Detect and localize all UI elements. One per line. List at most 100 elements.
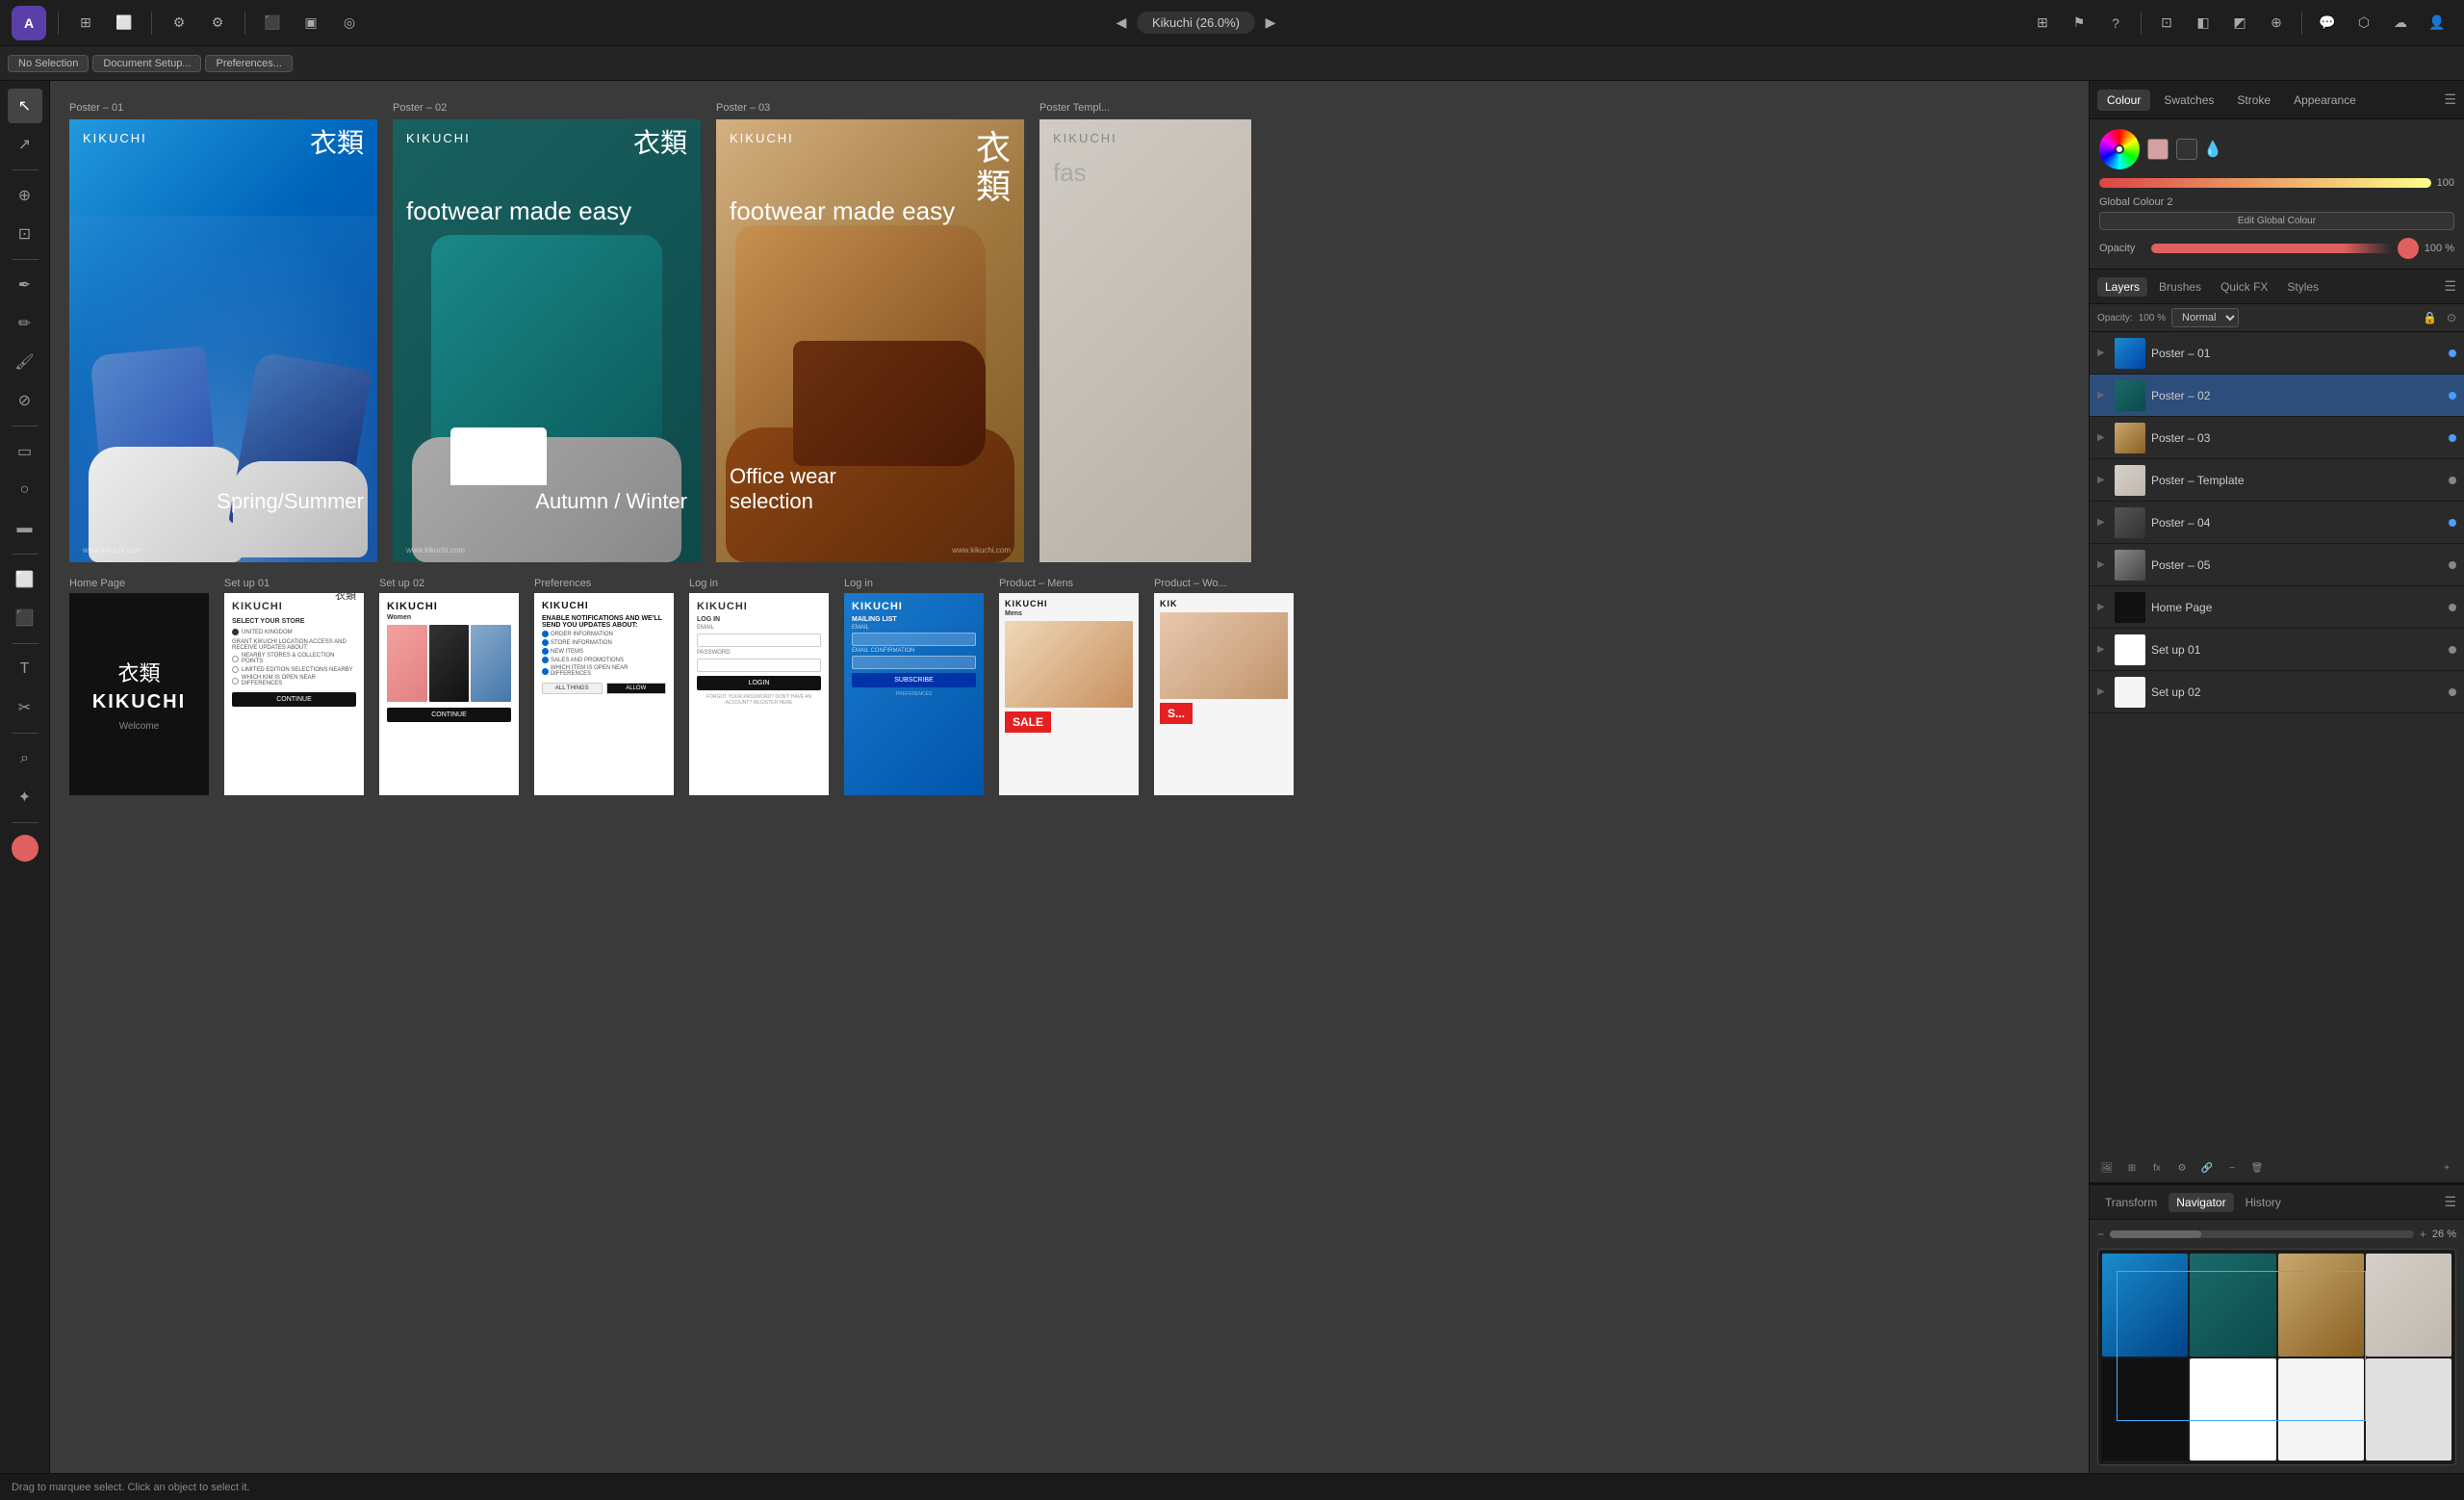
login1-email-input[interactable]	[697, 634, 821, 647]
toolbar-right-4[interactable]: ⊕	[2261, 8, 2292, 39]
nav-zoom-in-icon[interactable]: +	[2420, 1228, 2426, 1241]
page-product-women-frame[interactable]: KIK S...	[1154, 593, 1294, 795]
layer-item-poster05[interactable]: ▶ Poster – 05	[2090, 544, 2464, 586]
setup01-r3[interactable]: WHICH KIM IS OPEN NEAR DIFFERENCES	[232, 675, 356, 686]
setup02-btn[interactable]: CONTINUE	[387, 708, 511, 722]
toolbar-right-3[interactable]: ◩	[2224, 8, 2255, 39]
knife-tool[interactable]: ✂	[8, 690, 42, 725]
layers-lock2-icon[interactable]: ⊙	[2447, 311, 2456, 324]
arrange-icon[interactable]: ⊞	[2027, 8, 2058, 39]
nav-zoom-slider[interactable]	[2110, 1230, 2414, 1238]
page-home-frame[interactable]: 衣類 KIKUCHI Welcome	[69, 593, 209, 795]
layer-item-poster01[interactable]: ▶ Poster – 01	[2090, 332, 2464, 375]
poster-frame-template[interactable]: KIKUCHI fas	[1040, 119, 1251, 562]
text-tool[interactable]: T	[8, 652, 42, 686]
grid-icon[interactable]: ⊞	[70, 8, 101, 39]
login2-email-input[interactable]	[852, 633, 976, 646]
login1-pass-input[interactable]	[697, 659, 821, 672]
login2-subscribe-btn[interactable]: SUBSCRIBE	[852, 673, 976, 687]
styles-tab[interactable]: Styles	[2279, 277, 2326, 297]
toolbar-right-1[interactable]: ⊡	[2151, 8, 2182, 39]
layer-item-poster04[interactable]: ▶ Poster – 04	[2090, 502, 2464, 544]
brush-tool[interactable]: 🖌	[8, 345, 42, 379]
help-icon[interactable]: ?	[2100, 8, 2131, 39]
layer-item-setup02[interactable]: ▶ Set up 02	[2090, 671, 2464, 713]
layer-photo-icon[interactable]: 🖼	[2095, 1157, 2118, 1178]
no-selection-btn[interactable]: No Selection	[8, 55, 89, 72]
layer-item-poster02[interactable]: ▶ Poster – 02	[2090, 375, 2464, 417]
page-setup01-frame[interactable]: KIKUCHI 衣類 SELECT YOUR STORE UNITED KING…	[224, 593, 364, 795]
frame-icon[interactable]: ⬛	[257, 8, 288, 39]
rpanel-menu-icon[interactable]: ☰	[2444, 91, 2456, 108]
poster-frame-03[interactable]: KIKUCHI 衣 類 footwear made easy Office we…	[716, 119, 1024, 562]
preferences-icon[interactable]: ⚙	[202, 8, 233, 39]
layer-item-setup01[interactable]: ▶ Set up 01	[2090, 629, 2464, 671]
eyedropper-icon[interactable]: 💧	[2205, 142, 2220, 157]
colour-tab[interactable]: Colour	[2097, 90, 2150, 111]
login1-forgot[interactable]: FORGOT YOUR PASSWORD? DON'T HAVE AN ACCO…	[697, 694, 821, 706]
brushes-tab[interactable]: Brushes	[2151, 277, 2209, 297]
layer-trash-icon[interactable]: 🗑	[2246, 1157, 2269, 1178]
crop-tool[interactable]: ⊡	[8, 217, 42, 251]
layer-add-icon[interactable]: +	[2435, 1157, 2458, 1178]
erase-tool[interactable]: ⊘	[8, 383, 42, 418]
blend-mode-dropdown[interactable]: Normal	[2171, 308, 2239, 327]
gradient-tool[interactable]: ⬜	[8, 562, 42, 597]
edit-global-colour-btn[interactable]: Edit Global Colour	[2099, 212, 2454, 230]
transform-tool[interactable]: ⊕	[8, 178, 42, 213]
prefs-allow-btn[interactable]: ALLOW	[606, 683, 667, 694]
page-product-mens-frame[interactable]: KIKUCHI Mens SALE	[999, 593, 1139, 795]
quickfx-tab[interactable]: Quick FX	[2213, 277, 2275, 297]
color-swatch-display[interactable]	[12, 835, 38, 862]
layer-grid-icon[interactable]: ⊞	[2120, 1157, 2143, 1178]
layers-menu-icon[interactable]: ☰	[2444, 278, 2456, 295]
share-icon[interactable]: ⬡	[2348, 8, 2379, 39]
poster-frame-01[interactable]: KIKUCHI 衣類 Spring/Summer www.kikuchi.com	[69, 119, 377, 562]
user-icon[interactable]: 👤	[2422, 8, 2452, 39]
frame3-icon[interactable]: ◎	[334, 8, 365, 39]
preferences-btn[interactable]: Preferences...	[205, 55, 292, 72]
lock-icon[interactable]: 🔒	[2423, 311, 2437, 324]
page-setup02-frame[interactable]: KIKUCHI Women CONTINUE	[379, 593, 519, 795]
settings-icon[interactable]: ⚙	[164, 8, 194, 39]
layer-fx-icon[interactable]: fx	[2145, 1157, 2169, 1178]
layers-tab[interactable]: Layers	[2097, 277, 2147, 297]
document-setup-btn[interactable]: Document Setup...	[92, 55, 201, 72]
rect-tool[interactable]: ▬	[8, 511, 42, 546]
colour-wheel[interactable]	[2099, 129, 2140, 169]
page-prefs-frame[interactable]: KIKUCHI ENABLE NOTIFICATIONS AND WE'LL S…	[534, 593, 674, 795]
frame2-icon[interactable]: ▣	[295, 8, 326, 39]
stroke-tab[interactable]: Stroke	[2227, 90, 2280, 111]
cloud-icon[interactable]: ☁	[2385, 8, 2416, 39]
setup01-r2[interactable]: LIMITED EDITION SELECTIONS NEARBY	[232, 666, 356, 673]
nav-zoom-out-icon[interactable]: −	[2097, 1228, 2104, 1241]
login1-btn[interactable]: LOGIN	[697, 676, 821, 690]
opacity-slider[interactable]	[2151, 244, 2392, 253]
select-tool[interactable]: ↖	[8, 89, 42, 123]
colour-slider[interactable]	[2099, 178, 2431, 188]
right-arrow-icon[interactable]: ▶	[1255, 8, 1286, 39]
layer-item-homepage[interactable]: ▶ Home Page	[2090, 586, 2464, 629]
shape-tool[interactable]: ▭	[8, 434, 42, 469]
swatches-tab[interactable]: Swatches	[2154, 90, 2223, 111]
setup01-r1[interactable]: NEARBY STORES & COLLECTION POINTS	[232, 653, 356, 664]
color-picker-tool[interactable]: ✦	[8, 780, 42, 815]
bottom-panel-menu-icon[interactable]: ☰	[2444, 1194, 2456, 1210]
history-tab[interactable]: History	[2238, 1193, 2289, 1212]
pencil-tool[interactable]: ✏	[8, 306, 42, 341]
poster-frame-02[interactable]: KIKUCHI 衣類 footwear made easy Autumn / W…	[393, 119, 701, 562]
appearance-tab[interactable]: Appearance	[2284, 90, 2366, 111]
canvas-area[interactable]: Poster – 01 KIKUCHI 衣類 Spring/Summer	[50, 81, 2089, 1473]
layer-minus-icon[interactable]: −	[2220, 1157, 2244, 1178]
layer-item-poster03[interactable]: ▶ Poster – 03	[2090, 417, 2464, 459]
layer-link-icon[interactable]: 🔗	[2195, 1157, 2219, 1178]
login2-confirm-input[interactable]	[852, 656, 976, 669]
page-login1-frame[interactable]: KIKUCHI LOG IN EMAIL PASSWORD LOGIN FORG…	[689, 593, 829, 795]
page-login2-frame[interactable]: KIKUCHI MAILING LIST EMAIL EMAIL CONFIRM…	[844, 593, 984, 795]
ellipse-tool[interactable]: ○	[8, 473, 42, 507]
left-arrow-icon[interactable]: ◀	[1106, 8, 1137, 39]
zoom-tool[interactable]: ⌕	[8, 741, 42, 776]
toolbar-right-2[interactable]: ◧	[2188, 8, 2219, 39]
transform-tab[interactable]: Transform	[2097, 1193, 2165, 1212]
setup01-radio1[interactable]: UNITED KINGDOM	[232, 629, 356, 635]
